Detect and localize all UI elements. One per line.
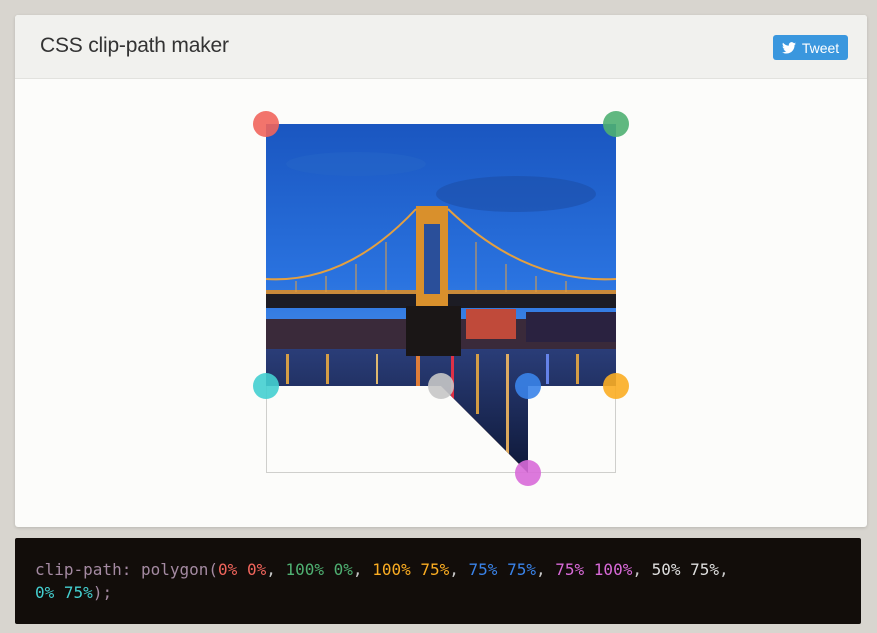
clip-point-handle-5[interactable] xyxy=(515,460,541,486)
code-output: clip-path: polygon(0% 0%, 100% 0%, 100% … xyxy=(15,538,861,624)
clip-point-handle-7[interactable] xyxy=(253,373,279,399)
code-point-3: 100% 75% xyxy=(372,560,449,579)
code-p4y: 75% xyxy=(507,560,536,579)
twitter-bird-icon xyxy=(781,41,796,54)
clip-point-handle-6[interactable] xyxy=(428,373,454,399)
code-p6y: 75% xyxy=(690,560,720,579)
code-func: polygon( xyxy=(140,560,219,579)
code-p2y: 0% xyxy=(333,560,353,579)
code-p3y: 75% xyxy=(420,560,450,579)
clipped-photo xyxy=(266,124,616,473)
code-p5x: 75% xyxy=(555,560,585,579)
code-property: clip-path xyxy=(35,560,122,579)
code-p2x: 100% xyxy=(285,560,325,579)
code-p4x: 75% xyxy=(468,560,498,579)
clip-path-code: clip-path: polygon(0% 0%, 100% 0%, 100% … xyxy=(35,560,729,602)
code-p1y: 0% xyxy=(246,560,267,579)
clip-point-handle-1[interactable] xyxy=(253,111,279,137)
code-p7y: 75% xyxy=(63,583,93,602)
clip-point-handle-4[interactable] xyxy=(515,373,541,399)
code-point-4: 75% 75% xyxy=(469,560,536,579)
code-point-2: 100% 0% xyxy=(285,560,352,579)
code-p6x: 50% xyxy=(651,560,681,579)
code-point-1: 0% 0% xyxy=(218,560,266,579)
tweet-button[interactable]: Tweet xyxy=(773,35,848,60)
code-colon: : xyxy=(121,560,132,579)
code-p3x: 100% xyxy=(372,560,411,579)
clip-point-handle-3[interactable] xyxy=(603,373,629,399)
code-point-7: 0% 75% xyxy=(35,583,93,602)
page-title: CSS clip-path maker xyxy=(40,34,229,57)
code-p5y: 100% xyxy=(593,560,633,579)
clip-point-handle-2[interactable] xyxy=(603,111,629,137)
code-point-5: 75% 100% xyxy=(555,560,632,579)
code-p1x: 0% xyxy=(218,560,238,579)
code-p7x: 0% xyxy=(35,583,55,602)
code-close: ); xyxy=(92,583,113,602)
code-point-6: 50% 75% xyxy=(652,560,719,579)
tweet-label: Tweet xyxy=(801,39,840,56)
card-header: CSS clip-path maker Tweet xyxy=(15,15,867,79)
